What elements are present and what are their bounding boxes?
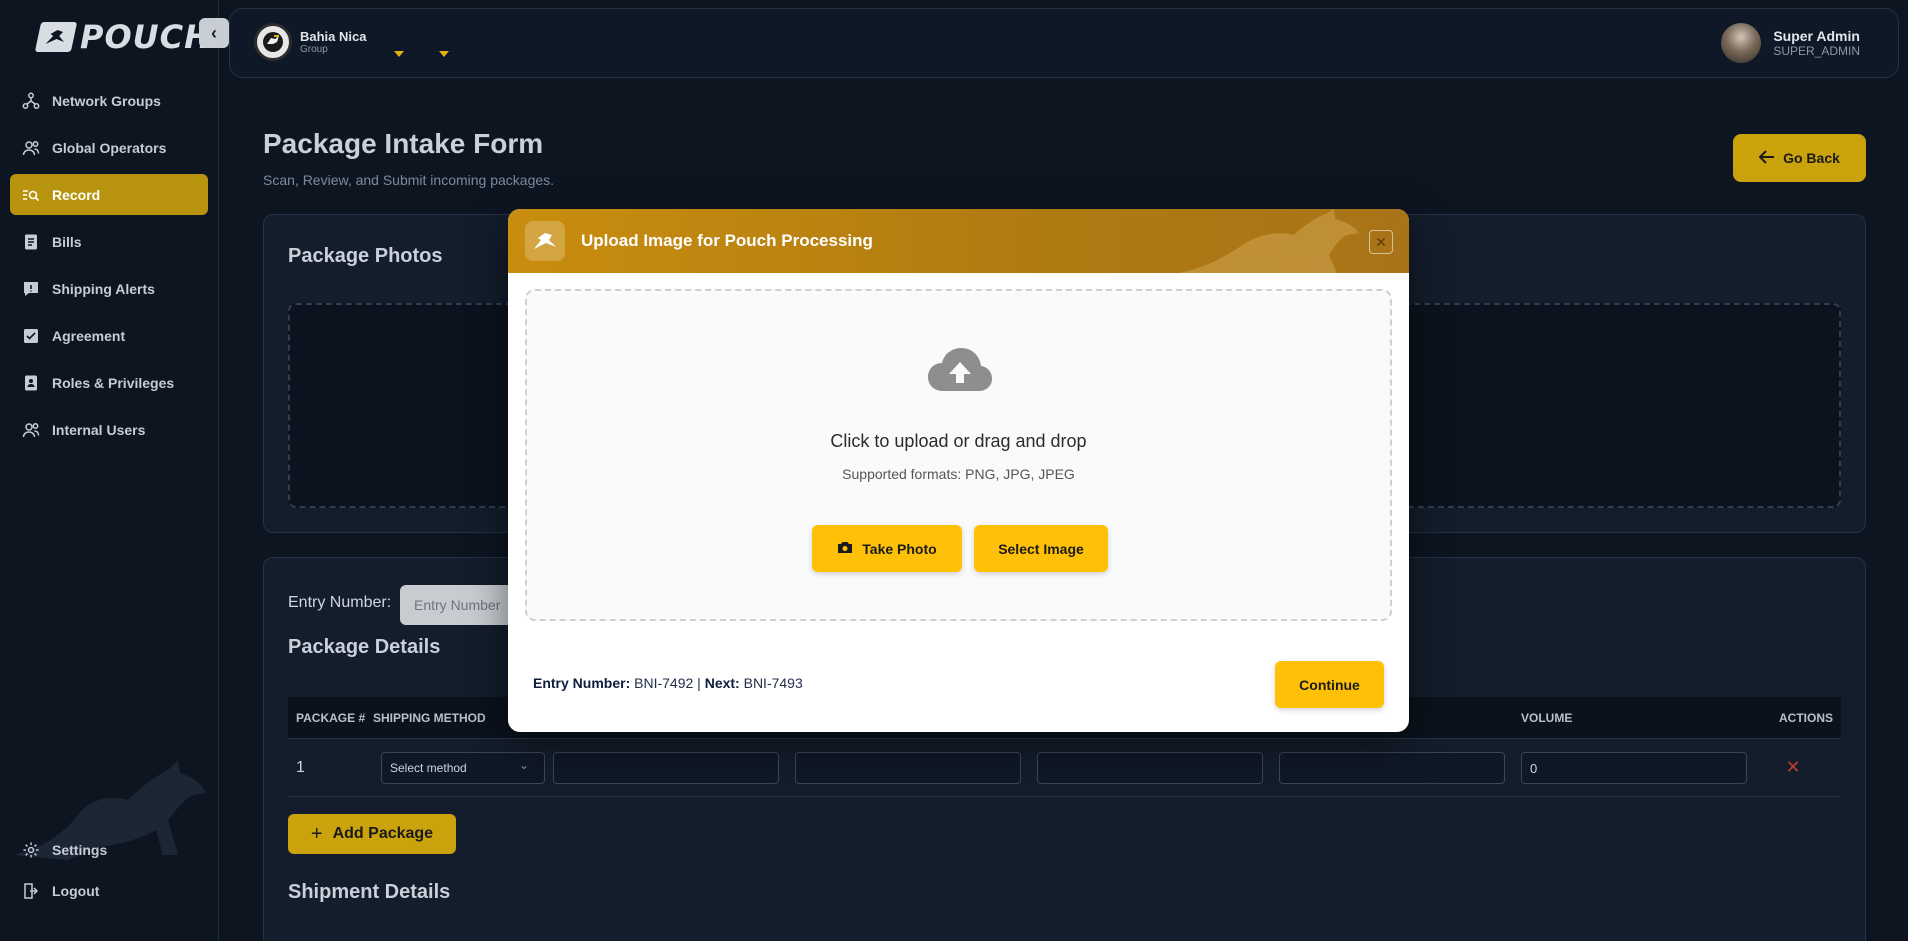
select-image-label: Select Image <box>998 540 1084 557</box>
kangaroo-logo-icon <box>534 233 556 249</box>
cloud-upload-icon <box>928 348 992 391</box>
upload-dropzone[interactable]: Click to upload or drag and drop Support… <box>525 289 1392 621</box>
kangaroo-watermark-icon <box>1179 209 1359 273</box>
separator: | <box>697 675 701 691</box>
modal-header: Upload Image for Pouch Processing ✕ <box>508 209 1409 273</box>
entry-number-value: BNI-7492 <box>634 675 694 691</box>
upload-image-modal: Upload Image for Pouch Processing ✕ Clic… <box>508 209 1409 732</box>
close-icon[interactable]: ✕ <box>1369 230 1393 254</box>
select-image-button[interactable]: Select Image <box>974 525 1108 572</box>
take-photo-label: Take Photo <box>862 540 937 557</box>
take-photo-button[interactable]: Take Photo <box>812 525 962 572</box>
camera-icon <box>837 540 853 557</box>
next-entry-label: Next: <box>704 675 740 691</box>
continue-button[interactable]: Continue <box>1275 661 1384 708</box>
supported-formats: Supported formats: PNG, JPG, JPEG <box>842 466 1075 482</box>
modal-logo <box>525 221 565 261</box>
modal-title: Upload Image for Pouch Processing <box>581 231 873 250</box>
upload-instructions: Click to upload or drag and drop <box>830 431 1087 451</box>
entry-number-info: Entry Number: BNI-7492 | Next: BNI-7493 <box>533 675 803 691</box>
entry-number-label: Entry Number: <box>533 675 631 691</box>
next-entry-value: BNI-7493 <box>743 675 803 691</box>
continue-label: Continue <box>1299 676 1360 693</box>
